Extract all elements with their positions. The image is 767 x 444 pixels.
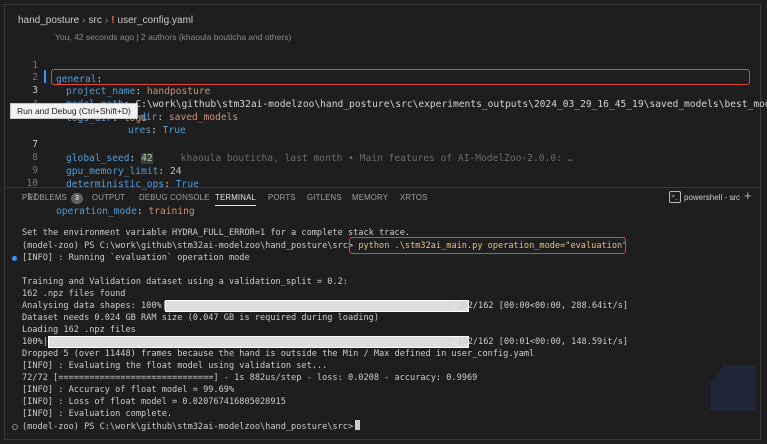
tab-memory[interactable]: MEMORY <box>352 193 388 202</box>
progress-stats: | 162/162 [00:00<00:00, 288.64it/s] <box>447 301 629 311</box>
tab-xrtos[interactable]: XRTOS <box>400 193 428 202</box>
terminal-line: 100%| <box>22 336 48 348</box>
codelens-blame[interactable]: You, 42 seconds ago | 2 authors (khaoula… <box>55 32 291 42</box>
model-path-highlight-box <box>51 69 750 85</box>
editor-line-2: 2 project_name: handposture <box>0 57 210 97</box>
terminal-line: [INFO] : Running `evaluation` operation … <box>22 253 250 263</box>
terminal-line: Dataset needs 0.024 GB RAM size (0.047 G… <box>22 313 379 323</box>
editor-line-8: 8 gpu_memory_limit: 24 <box>0 137 181 177</box>
editor-line-3: 3 model_path: C:\work\github\stm32ai-mod… <box>0 70 767 110</box>
tab-debug-console[interactable]: DEBUG CONSOLE <box>139 193 210 202</box>
yaml-value: 42 <box>141 153 153 164</box>
breadcrumb-folder-src[interactable]: src <box>89 15 102 26</box>
tab-output[interactable]: OUTPUT <box>92 193 125 202</box>
editor-line-4: 4 logs_dir: logs <box>0 84 147 124</box>
yaml-value: 24 <box>169 166 182 177</box>
new-terminal-plus-icon[interactable]: + <box>744 188 752 203</box>
command-highlight-box <box>349 237 626 254</box>
problems-count-badge: 3 <box>70 193 84 204</box>
chevron-down-icon[interactable]: ⌄ <box>731 192 736 201</box>
tab-terminal[interactable]: TERMINAL <box>215 193 257 206</box>
command-status-dot[interactable] <box>12 424 18 430</box>
terminal-cursor <box>355 420 361 430</box>
panel-divider[interactable] <box>4 187 761 188</box>
editor-line-10: 10 <box>0 163 38 189</box>
yaml-key: gpu_memory_limit <box>66 166 159 177</box>
tab-ports[interactable]: PORTS <box>268 193 296 202</box>
terminal-line: Loading 162 .npz files <box>22 325 136 335</box>
inline-blame[interactable]: khaoula bouticha, last month • Main feat… <box>153 153 574 164</box>
chevron-right-icon: › <box>104 15 109 26</box>
terminal-line: Training and Validation dataset using a … <box>22 277 348 287</box>
terminal-line: 162 .npz files found <box>22 289 126 299</box>
terminal-prompt: (model-zoo) PS C:\work\github\stm32ai-mo… <box>22 422 354 432</box>
terminal-line: [INFO] : Loss of float model = 0.0207674… <box>22 397 286 407</box>
breadcrumb-file[interactable]: user_config.yaml <box>118 15 194 26</box>
git-change-gutter-marker <box>44 70 46 83</box>
editor-line-7: 7 global_seed: 42 khaoula bouticha, last … <box>0 124 573 164</box>
command-status-dot[interactable] <box>12 256 17 261</box>
editor-line-9: 9 deterministic_ops: True <box>0 150 199 190</box>
terminal-line: 72/72 [==============================] -… <box>22 373 478 383</box>
panel-tabs: PROBLEMS 3 OUTPUT DEBUG CONSOLE TERMINAL … <box>0 189 767 209</box>
progress-label: Analysing data shapes: 100%| <box>22 301 167 311</box>
yaml-key: dir <box>140 112 158 123</box>
progress-bar <box>165 300 469 312</box>
yaml-value: handposture <box>146 86 211 97</box>
corner-logo-decoration <box>710 365 756 411</box>
breadcrumb[interactable]: hand_posture › src ›! user_config.yaml <box>18 15 193 26</box>
progress-label: 100%| <box>22 337 48 347</box>
breadcrumb-folder-hand-posture[interactable]: hand_posture <box>18 15 79 26</box>
terminal-prompt: (model-zoo) PS C:\work\github\stm32ai-mo… <box>22 241 354 251</box>
chevron-right-icon: › <box>82 15 86 26</box>
terminal-line: [INFO] : Evaluation complete. <box>22 409 173 419</box>
terminal-icon: >_ <box>669 191 681 203</box>
progress-bar <box>48 336 469 348</box>
terminal-line: [INFO] : Accuracy of float model = 99.69… <box>22 385 235 395</box>
yaml-value: True <box>162 125 186 136</box>
tab-problems[interactable]: PROBLEMS 3 <box>22 193 84 204</box>
terminal-line: Dropped 5 (over 11448) frames because th… <box>22 349 535 359</box>
tab-problems-label: PROBLEMS <box>22 193 67 202</box>
run-debug-tooltip: Run and Debug (Ctrl+Shift+D) <box>10 103 138 119</box>
yaml-key: ures <box>128 125 152 136</box>
progress-stats: | 162/162 [00:01<00:00, 148.59it/s] <box>447 337 629 347</box>
model-path-value: C:\work\github\stm32ai-modelzoo\hand_pos… <box>135 99 767 110</box>
yaml-key: project_name <box>66 86 136 97</box>
tab-gitlens[interactable]: GITLENS <box>307 193 342 202</box>
yaml-key: global_seed <box>66 153 130 164</box>
terminal-prompt-line[interactable]: (model-zoo) PS C:\work\github\stm32ai-mo… <box>22 420 361 432</box>
terminal-line: [INFO] : Evaluating the float model usin… <box>22 361 328 371</box>
terminal-line: Analysing data shapes: 100%| <box>22 300 167 312</box>
yaml-value: saved_models <box>168 112 239 123</box>
